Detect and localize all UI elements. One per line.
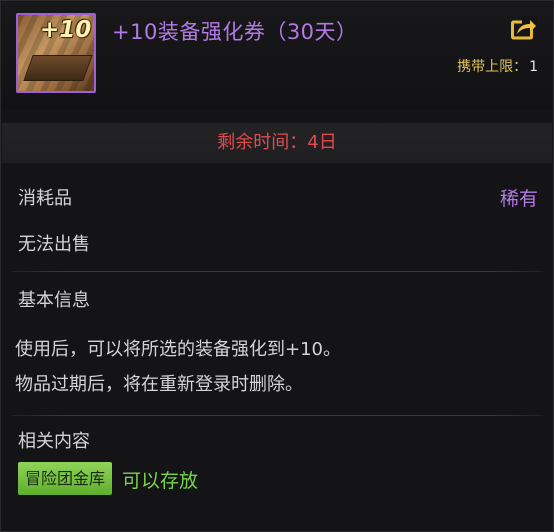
storage-note: 可以存放 (122, 470, 199, 492)
carry-limit: 携带上限： 1 (457, 56, 538, 76)
carry-limit-value: 1 (529, 59, 538, 75)
item-name: +10装备强化券（30天） (112, 20, 358, 44)
item-type: 消耗品 (18, 188, 72, 209)
remaining-time: 剩余时间：4日 (2, 123, 552, 163)
basic-info-line: 物品过期后，将在重新登录时删除。 (15, 374, 303, 395)
item-icon-badge: +10 (40, 17, 92, 43)
divider (11, 271, 543, 272)
ticket-plate-graphic (23, 55, 93, 81)
item-icon: +10 (16, 13, 96, 93)
adventure-vault-button[interactable]: 冒险团金库 (18, 462, 112, 495)
item-tooltip: +10 +10装备强化券（30天） 携带上限： 1 剩余时间：4日 消耗品 稀有 … (0, 0, 554, 532)
sell-status: 无法出售 (18, 234, 90, 255)
basic-info-line: 使用后，可以将所选的装备强化到+10。 (15, 339, 341, 360)
basic-info-title: 基本信息 (18, 290, 90, 311)
item-rarity: 稀有 (499, 188, 538, 210)
share-arrow-icon[interactable] (511, 16, 537, 40)
tooltip-header: +10 +10装备强化券（30天） 携带上限： 1 (2, 2, 552, 110)
carry-limit-label: 携带上限： (457, 59, 528, 75)
divider (11, 415, 543, 416)
related-title: 相关内容 (18, 431, 90, 452)
